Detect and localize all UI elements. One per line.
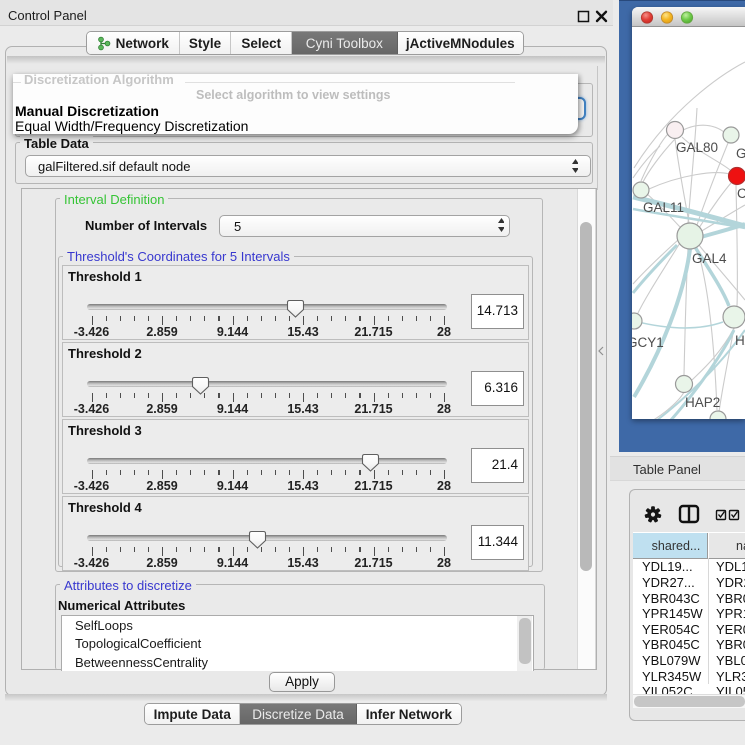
svg-text:GCY1: GCY1 (632, 335, 664, 350)
svg-text:GA: GA (736, 146, 745, 161)
svg-text:HA: HA (735, 333, 745, 348)
svg-text:C: C (737, 186, 745, 201)
svg-text:HAP2: HAP2 (685, 395, 720, 410)
svg-text:GAL11: GAL11 (643, 200, 684, 215)
svg-text:GAL4: GAL4 (692, 251, 727, 266)
svg-text:GAL80: GAL80 (676, 140, 718, 155)
